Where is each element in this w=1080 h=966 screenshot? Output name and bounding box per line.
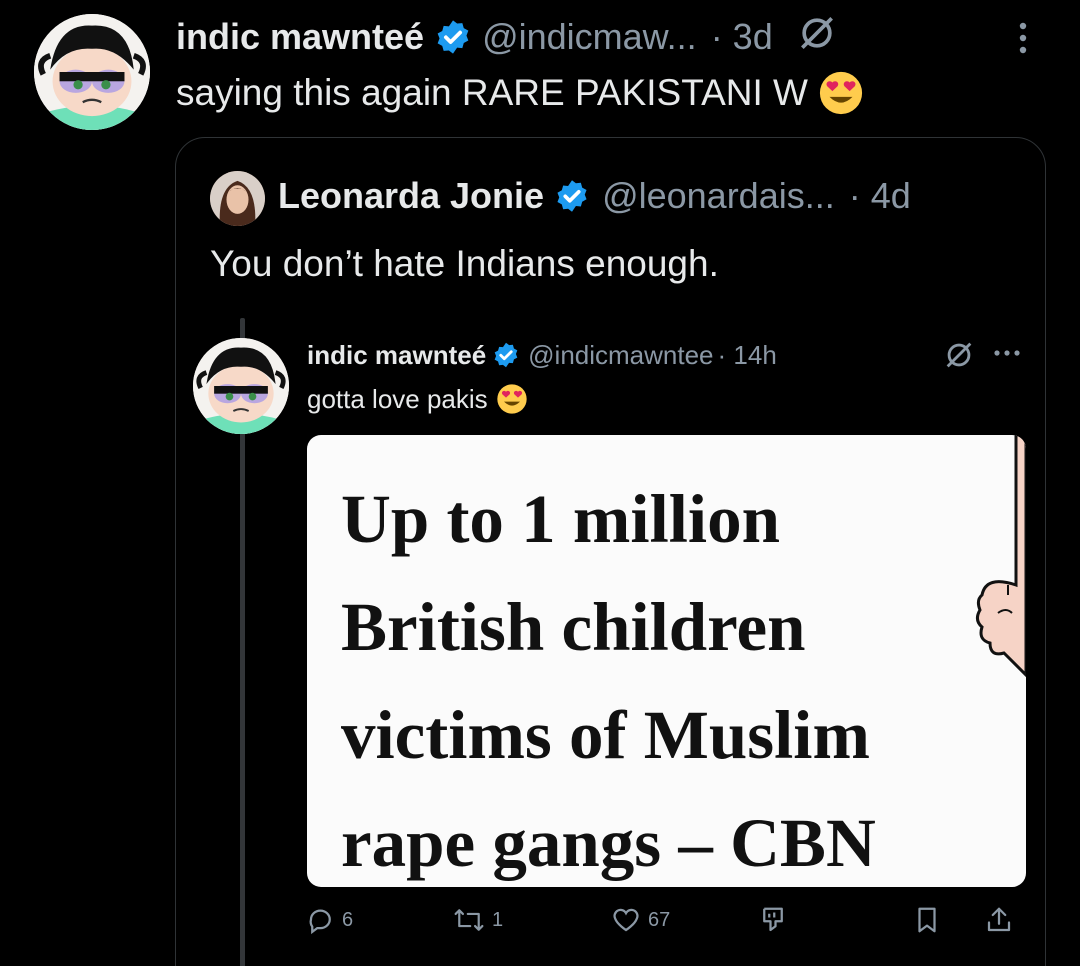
outer-tweet-header: indic mawnteé @indicmaw... · 3d [176,14,839,60]
outer-timestamp[interactable]: · 3d [711,16,773,58]
reply-tweet-header: indic mawnteé @indicmawntee · 14h [307,338,777,372]
reply-timestamp[interactable]: · 14h [718,340,777,371]
like-action[interactable]: 67 [610,905,670,935]
verified-badge-icon [492,341,520,369]
outer-display-name[interactable]: indic mawnteé [176,16,424,58]
views-action[interactable] [757,905,789,935]
bookmark-action[interactable] [912,905,942,935]
more-options-icon[interactable] [1013,18,1033,58]
reply-avatar[interactable] [193,338,289,434]
image-headline-line: victims of Muslim [341,697,870,773]
reply-count: 6 [342,908,354,931]
repost-count: 1 [492,908,504,931]
heart-eyes-emoji-icon [496,383,528,415]
image-headline-line: Up to 1 million [341,481,780,557]
quoted-handle[interactable]: @leonardais... [602,175,835,217]
verified-badge-icon [554,178,590,214]
image-headline-line: British children [341,589,806,665]
quoted-tweet-header: Leonarda Jonie @leonardais... · 4d [278,174,911,218]
outer-handle[interactable]: @indicmaw... [482,16,697,58]
repost-action[interactable]: 1 [452,905,503,935]
verified-badge-icon [434,18,472,56]
heart-eyes-emoji-icon [818,70,864,116]
grok-slash-icon[interactable] [795,11,839,64]
quoted-display-name[interactable]: Leonarda Jonie [278,175,544,217]
outer-avatar[interactable] [34,14,150,130]
reply-handle[interactable]: @indicmawntee [528,340,713,371]
cartoon-hand-icon [946,435,1026,695]
outer-tweet-text-row: saying this again RARE PAKISTANI W [176,70,864,116]
image-headline: Up to 1 million British children victims… [341,465,876,887]
reply-tweet-text-row: gotta love pakis [307,382,528,416]
reply-tweet-text: gotta love pakis [307,383,488,414]
reply-display-name[interactable]: indic mawnteé [307,340,486,371]
more-options-icon[interactable] [990,346,1024,365]
share-action[interactable] [984,905,1014,935]
grok-slash-icon[interactable] [942,338,976,377]
quoted-tweet-text: You don’t hate Indians enough. [210,243,719,284]
quoted-timestamp[interactable]: · 4d [849,175,911,217]
attached-image[interactable]: Up to 1 million British children victims… [307,435,1026,887]
image-headline-line: rape gangs – CBN [341,805,876,881]
quoted-avatar[interactable] [210,171,265,226]
outer-tweet-text: saying this again RARE PAKISTANI W [176,72,808,113]
reply-action[interactable]: 6 [306,905,353,935]
like-count: 67 [648,908,671,931]
